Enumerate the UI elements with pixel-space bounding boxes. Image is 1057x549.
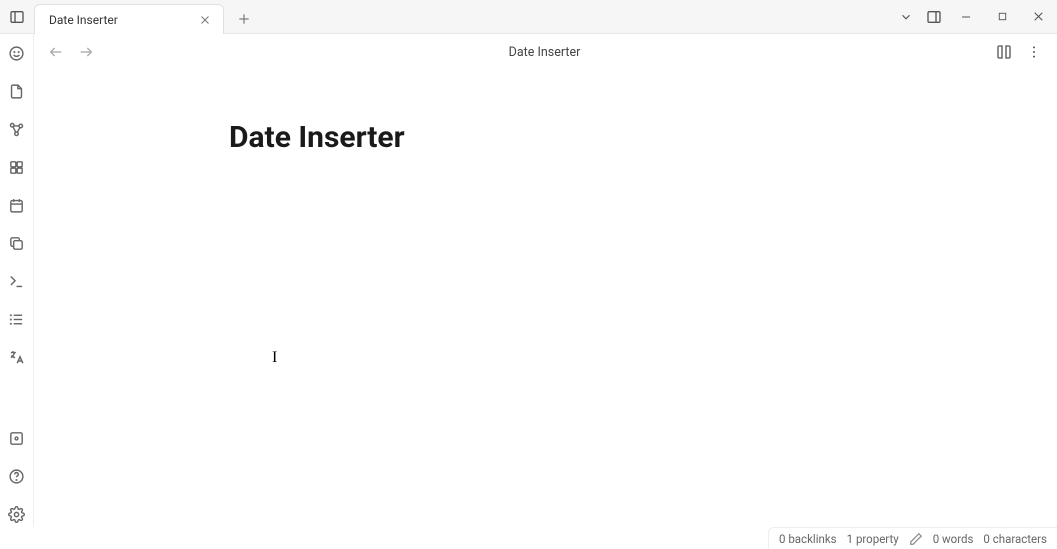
tab-active[interactable]: Date Inserter <box>34 4 224 34</box>
window-close-button[interactable] <box>1021 2 1055 32</box>
titlebar: Date Inserter <box>0 0 1057 34</box>
grid-icon[interactable] <box>4 154 30 180</box>
translate-icon[interactable] <box>4 344 30 370</box>
nav-forward-button[interactable] <box>74 40 98 64</box>
toggle-right-sidebar-button[interactable] <box>921 4 947 30</box>
text-cursor: I <box>272 349 273 365</box>
new-tab-button[interactable] <box>230 5 258 33</box>
more-options-button[interactable] <box>1021 39 1047 65</box>
file-icon[interactable] <box>4 78 30 104</box>
tab-list-dropdown[interactable] <box>893 4 919 30</box>
vault-icon[interactable] <box>4 425 30 451</box>
graph-icon[interactable] <box>4 116 30 142</box>
content-header: Date Inserter <box>34 34 1057 70</box>
titlebar-controls <box>893 2 1057 32</box>
status-characters[interactable]: 0 characters <box>983 532 1047 546</box>
tab-title: Date Inserter <box>49 13 118 27</box>
reading-mode-icon[interactable] <box>991 39 1017 65</box>
content-pane: Date Inserter Date Inserter I <box>34 34 1057 527</box>
tab-strip: Date Inserter <box>34 0 258 33</box>
document-heading: Date Inserter <box>229 120 1057 155</box>
window-minimize-button[interactable] <box>949 2 983 32</box>
list-icon[interactable] <box>4 306 30 332</box>
nav-back-button[interactable] <box>44 40 68 64</box>
window-maximize-button[interactable] <box>985 2 1019 32</box>
copy-icon[interactable] <box>4 230 30 256</box>
help-icon[interactable] <box>4 463 30 489</box>
content-title: Date Inserter <box>104 45 985 60</box>
close-tab-button[interactable] <box>197 12 213 28</box>
pencil-icon[interactable] <box>909 532 923 546</box>
terminal-icon[interactable] <box>4 268 30 294</box>
emoji-icon[interactable] <box>4 40 30 66</box>
settings-icon[interactable] <box>4 501 30 527</box>
ribbon-sidebar <box>0 34 34 527</box>
status-backlinks[interactable]: 0 backlinks <box>779 532 837 546</box>
status-words[interactable]: 0 words <box>933 532 974 546</box>
status-bar: 0 backlinks 1 property 0 words 0 charact… <box>768 527 1057 549</box>
editor-area[interactable]: Date Inserter I <box>34 70 1057 527</box>
status-properties[interactable]: 1 property <box>847 532 899 546</box>
main: Date Inserter Date Inserter I <box>0 34 1057 527</box>
collapse-sidebar-button[interactable] <box>4 4 30 30</box>
calendar-icon[interactable] <box>4 192 30 218</box>
